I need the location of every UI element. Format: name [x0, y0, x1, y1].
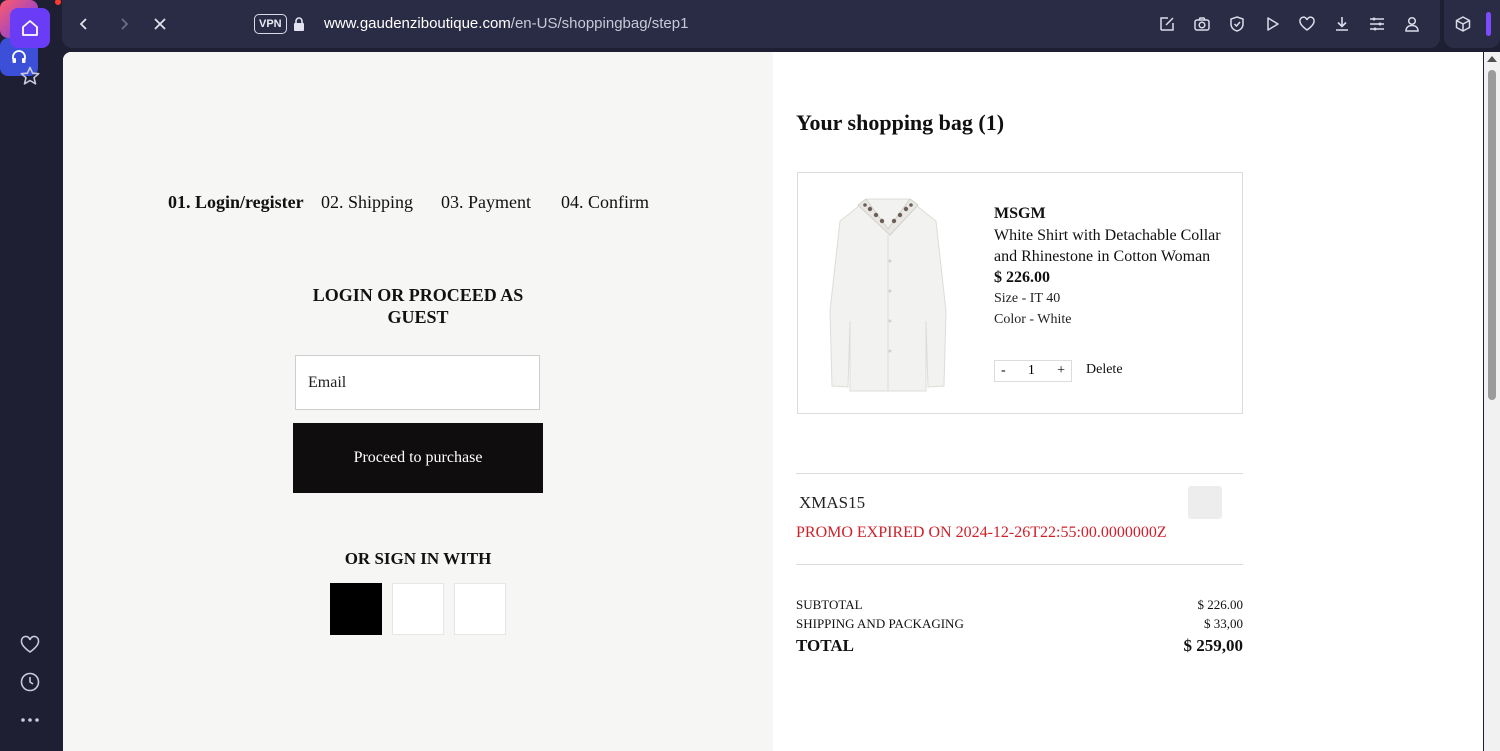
- product-name[interactable]: White Shirt with Detachable Collar and R…: [994, 225, 1234, 267]
- login-title: LOGIN OR PROCEED AS GUEST: [312, 285, 524, 327]
- product-brand: MSGM: [994, 205, 1046, 222]
- lock-icon[interactable]: [292, 14, 306, 34]
- subtotal-label: SUBTOTAL: [796, 597, 863, 612]
- quantity-increase-button[interactable]: +: [1057, 363, 1065, 379]
- or-sign-in-label: OR SIGN IN WITH: [344, 549, 492, 568]
- scrollbar-thumb[interactable]: [1488, 70, 1496, 400]
- quantity-stepper: - 1 +: [994, 360, 1072, 382]
- bag-item-card: MSGM White Shirt with Detachable Collar …: [797, 172, 1243, 414]
- social-login-facebook-button[interactable]: [454, 583, 506, 635]
- vpn-badge[interactable]: VPN: [254, 14, 287, 34]
- shield-icon[interactable]: [1227, 14, 1247, 34]
- social-login-apple-button[interactable]: [330, 583, 382, 635]
- quantity-value: 1: [1027, 363, 1035, 378]
- history-clock-icon[interactable]: [10, 662, 50, 702]
- quantity-decrease-button[interactable]: -: [1001, 363, 1006, 379]
- summary-shipping-row: SHIPPING AND PACKAGING $ 33,00: [796, 616, 1243, 632]
- address-bar[interactable]: www.gaudenziboutique.com/en-US/shoppingb…: [324, 14, 688, 34]
- email-input[interactable]: [295, 355, 540, 410]
- star-icon[interactable]: [10, 56, 50, 96]
- divider: [796, 473, 1243, 474]
- forward-icon[interactable]: [114, 14, 134, 34]
- stop-loading-icon[interactable]: [150, 14, 170, 34]
- proceed-to-purchase-button[interactable]: Proceed to purchase: [293, 423, 543, 493]
- profile-icon[interactable]: [1402, 14, 1422, 34]
- scroll-up-arrow-icon[interactable]: [1487, 56, 1497, 62]
- home-icon[interactable]: [10, 8, 50, 48]
- subtotal-value: $ 226.00: [1197, 597, 1244, 612]
- download-icon[interactable]: [1332, 14, 1352, 34]
- product-image[interactable]: [818, 191, 958, 396]
- total-label: TOTAL: [796, 636, 854, 655]
- shipping-value: $ 33,00: [1204, 616, 1243, 631]
- browser-toolbar: VPN www.gaudenziboutique.com/en-US/shopp…: [62, 0, 1440, 48]
- more-options-icon[interactable]: [10, 700, 50, 740]
- sidebar-toggle-accent[interactable]: [1486, 12, 1491, 36]
- product-price: $ 226.00: [994, 269, 1050, 286]
- product-color: Color - White: [994, 312, 1072, 327]
- promo-error-message: PROMO EXPIRED ON 2024-12-26T22:55:00.000…: [796, 524, 1167, 541]
- promo-code-field[interactable]: XMAS15: [799, 493, 865, 513]
- browser-sidebar: [0, 0, 63, 751]
- easy-setup-menu-icon[interactable]: [1367, 14, 1387, 34]
- summary-subtotal-row: SUBTOTAL $ 226.00: [796, 597, 1243, 613]
- back-icon[interactable]: [74, 14, 94, 34]
- step-payment[interactable]: 03. Payment: [441, 192, 531, 213]
- play-icon[interactable]: [1262, 14, 1282, 34]
- total-value: $ 259,00: [1183, 636, 1244, 655]
- social-login-google-button[interactable]: [392, 583, 444, 635]
- product-size: Size - IT 40: [994, 291, 1061, 306]
- edit-page-icon[interactable]: [1157, 14, 1177, 34]
- shipping-label: SHIPPING AND PACKAGING: [796, 616, 964, 631]
- heart-icon[interactable]: [10, 625, 50, 665]
- summary-total-row: TOTAL $ 259,00: [796, 636, 1243, 656]
- url-host: www.gaudenziboutique.com: [324, 15, 511, 32]
- delete-item-button[interactable]: Delete: [1086, 362, 1123, 378]
- step-confirm[interactable]: 04. Confirm: [561, 192, 649, 213]
- url-path: /en-US/shoppingbag/step1: [510, 15, 689, 32]
- bookmark-heart-icon[interactable]: [1297, 14, 1317, 34]
- divider: [796, 564, 1243, 565]
- bag-title: Your shopping bag (1): [796, 110, 1005, 135]
- extensions-area: [1444, 0, 1500, 48]
- promo-apply-button[interactable]: [1188, 486, 1222, 519]
- extensions-cube-icon[interactable]: [1453, 14, 1473, 34]
- step-login[interactable]: 01. Login/register: [168, 192, 304, 213]
- web-page: 01. Login/register 02. Shipping 03. Paym…: [63, 52, 1483, 751]
- camera-icon[interactable]: [1192, 14, 1212, 34]
- step-shipping[interactable]: 02. Shipping: [321, 192, 413, 213]
